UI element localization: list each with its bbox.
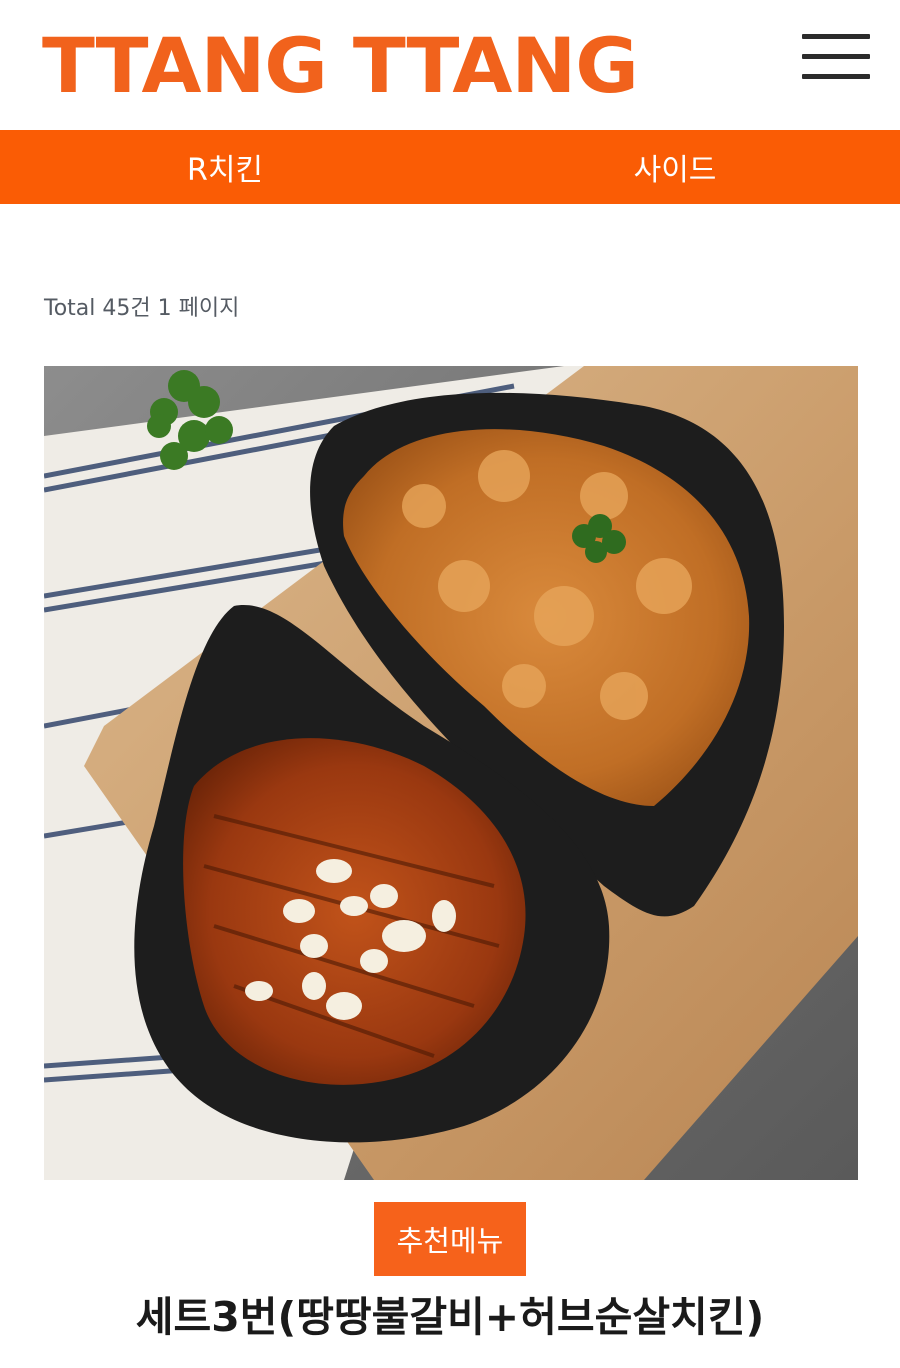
nav-item-r-chicken[interactable]: R치킨: [0, 130, 450, 204]
menu-bar: [802, 34, 870, 39]
site-header: TTANG TTANG: [0, 0, 900, 130]
nav-item-side[interactable]: 사이드: [450, 130, 900, 204]
category-nav: R치킨 사이드: [0, 130, 900, 204]
brand-logo[interactable]: TTANG TTANG: [42, 22, 639, 110]
hamburger-menu-icon[interactable]: [802, 34, 870, 80]
product-title[interactable]: 세트3번(땅땅불갈비+허브순살치킨): [0, 1283, 900, 1343]
menu-bar: [802, 54, 870, 59]
recommended-badge: 추천메뉴: [374, 1202, 526, 1276]
listing-total: Total 45건 1 페이지: [44, 296, 240, 321]
menu-bar: [802, 74, 870, 79]
product-image[interactable]: [44, 366, 858, 1180]
